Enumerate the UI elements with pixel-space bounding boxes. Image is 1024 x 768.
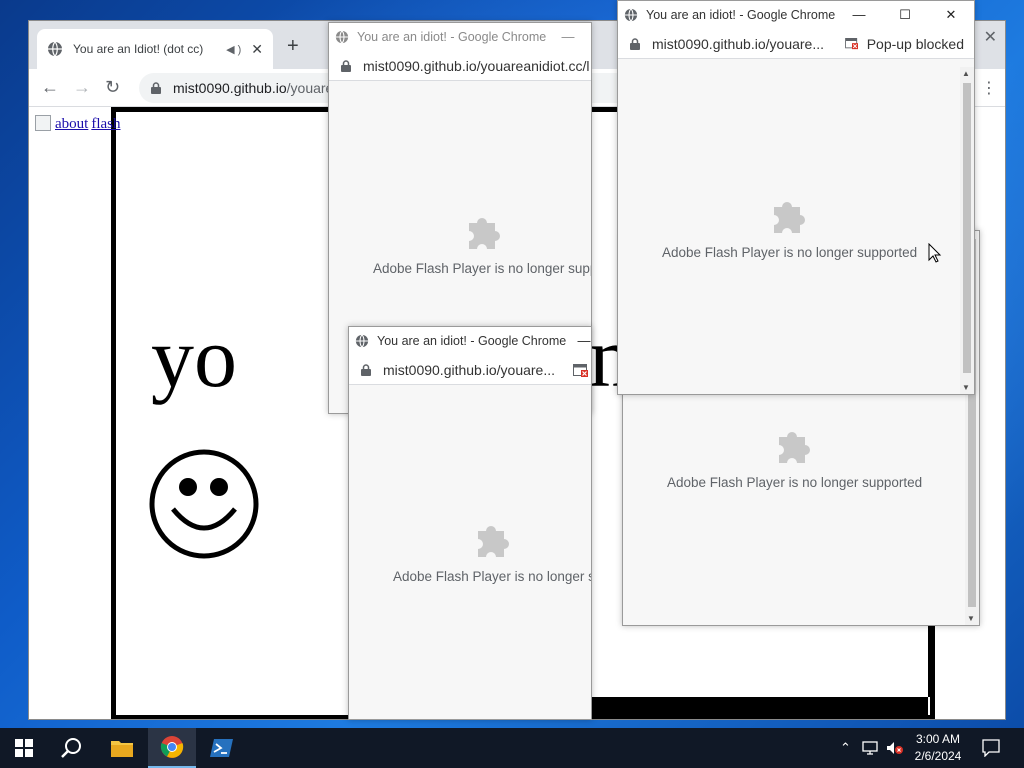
flash-message: Adobe Flash Player is no longer supporte… <box>667 475 923 490</box>
new-tab-button[interactable]: + <box>287 35 299 58</box>
maximize-icon[interactable]: ☐ <box>882 1 928 29</box>
popup-blocked-label: Pop-up blocked <box>866 36 964 52</box>
popup-url-path: /youare... <box>496 361 556 378</box>
lock-icon <box>341 59 351 72</box>
window-close-icon[interactable]: ✕ <box>984 27 997 47</box>
flash-message: Adobe Flash Player is no longer supporte… <box>662 245 918 260</box>
tab-title: You are an Idiot! (dot cc) <box>73 42 204 56</box>
popup-address-bar[interactable]: mist0090.github.io/youareanidiot.cc/l <box>329 51 591 81</box>
minimize-icon[interactable]: — <box>836 1 882 29</box>
mouse-cursor-icon <box>928 243 942 263</box>
menu-kebab-icon[interactable]: ⋮ <box>981 78 997 98</box>
popup-blocked-icon <box>844 38 858 50</box>
globe-icon <box>48 41 62 57</box>
flash-unsupported-notice: Adobe Flash Player is no longer supporte… <box>662 193 917 260</box>
reload-icon[interactable]: ↻ <box>105 77 120 98</box>
puzzle-piece-icon <box>477 526 509 557</box>
popup-address-bar[interactable]: mist0090.github.io/youare... <box>349 355 591 385</box>
tab-you-are-an-idiot[interactable]: You are an Idiot! (dot cc) ◀ ) ✕ <box>37 29 273 69</box>
popup-title: You are an idiot! - Google Chrome <box>377 334 567 348</box>
page-links: about flash <box>35 115 124 133</box>
search-icon[interactable] <box>48 728 96 768</box>
tray-chevron-up-icon[interactable]: ⌃ <box>840 740 851 756</box>
popup-url-host: mist0090.github.io <box>383 361 497 378</box>
popup-url-path: /youare... <box>765 35 825 52</box>
taskbar: ⌃ 3:00 AM 2/6/2024 <box>0 728 1024 768</box>
flash-link[interactable]: flash <box>91 116 120 132</box>
powershell-icon[interactable] <box>198 728 246 768</box>
popup-url-path: /youareanidiot.cc/l <box>476 57 590 74</box>
globe-icon <box>624 8 638 22</box>
speaker-icon[interactable]: ◀ ) <box>226 43 241 56</box>
page-big-text: yo <box>151 309 237 405</box>
back-arrow-icon[interactable]: ← <box>41 77 59 98</box>
popup-title: You are an idiot! - Google Chrome <box>646 8 836 22</box>
url-host: mist0090.github.io <box>173 80 287 96</box>
taskbar-clock[interactable]: 3:00 AM 2/6/2024 <box>908 731 968 765</box>
scroll-up-arrow-icon[interactable]: ▲ <box>962 69 970 78</box>
popup-body: Adobe Flash Player is no longer s <box>349 385 591 719</box>
tab-close-icon[interactable]: ✕ <box>251 41 263 58</box>
flash-unsupported-notice: Adobe Flash Player is no longer supporte… <box>667 423 922 490</box>
flash-message: Adobe Flash Player is no longer supp <box>373 261 592 276</box>
content-bottom-bar <box>592 697 928 715</box>
minimize-icon[interactable]: — <box>561 327 591 355</box>
popup-blocked-icon[interactable] <box>573 364 589 378</box>
popup-scrollbar[interactable]: ▲ ▼ <box>960 67 974 394</box>
lock-icon <box>361 363 371 376</box>
clock-time: 3:00 AM <box>915 732 961 746</box>
clock-date: 2/6/2024 <box>914 749 962 763</box>
smiley-face-icon <box>149 449 259 559</box>
windows-start-icon[interactable] <box>0 728 48 768</box>
globe-icon <box>355 334 369 348</box>
content-right-border <box>928 625 934 697</box>
notification-center-icon[interactable] <box>982 739 1000 757</box>
flash-unsupported-notice: Adobe Flash Player is no longer supp <box>373 209 592 276</box>
popup-title-bar[interactable]: You are an idiot! - Google Chrome — ☐ ✕ <box>618 1 974 29</box>
popup-blocked-indicator[interactable]: Pop-up blocked <box>844 36 964 52</box>
puzzle-piece-icon <box>469 218 501 249</box>
popup-url-host: mist0090.github.io <box>363 57 477 74</box>
flash-unsupported-notice: Adobe Flash Player is no longer s <box>393 517 592 584</box>
popup-body: Adobe Flash Player is no longer supporte… <box>618 59 974 394</box>
popup-title-bar[interactable]: You are an idiot! - Google Chrome — <box>349 327 591 355</box>
puzzle-piece-icon <box>773 202 805 233</box>
about-link[interactable]: about <box>55 116 88 132</box>
forward-arrow-icon[interactable]: → <box>73 77 91 98</box>
globe-icon <box>335 30 349 44</box>
chrome-icon[interactable] <box>148 728 196 768</box>
popup-window-2: You are an idiot! - Google Chrome — mist… <box>348 326 592 720</box>
file-explorer-icon[interactable] <box>98 728 146 768</box>
lock-icon <box>630 37 640 50</box>
network-icon[interactable] <box>862 741 880 755</box>
popup-window-4: You are an idiot! - Google Chrome — ☐ ✕ … <box>617 0 975 395</box>
scroll-down-arrow-icon[interactable]: ▼ <box>967 614 975 623</box>
minimize-icon[interactable]: — <box>545 23 591 51</box>
popup-title-bar[interactable]: You are an idiot! - Google Chrome — <box>329 23 591 51</box>
popup-address-bar[interactable]: mist0090.github.io/youare... Pop-up bloc… <box>618 29 974 59</box>
popup-url-host: mist0090.github.io <box>652 35 766 52</box>
popup-title: You are an idiot! - Google Chrome <box>357 30 547 44</box>
scrollbar-thumb[interactable] <box>963 83 971 373</box>
volume-muted-icon[interactable] <box>886 741 904 755</box>
lock-icon <box>151 82 161 94</box>
scroll-down-arrow-icon[interactable]: ▼ <box>962 383 970 392</box>
puzzle-piece-icon <box>778 432 810 463</box>
flash-message: Adobe Flash Player is no longer s <box>393 569 592 584</box>
broken-image-icon <box>35 115 51 131</box>
url-path: /youare <box>286 80 334 96</box>
close-icon[interactable]: ✕ <box>928 1 974 29</box>
